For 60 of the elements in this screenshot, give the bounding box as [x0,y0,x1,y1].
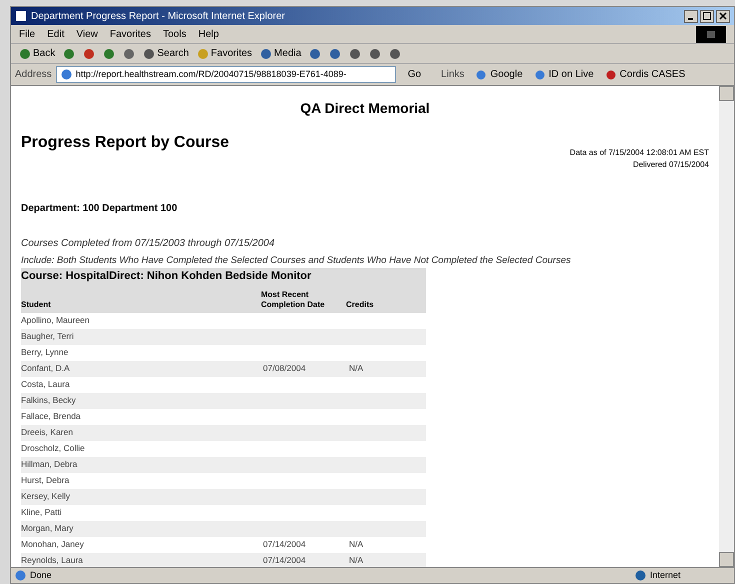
table-cell-text: Berry, Lynne [21,346,70,360]
table-cell-text: Baugher, Terri [21,330,75,344]
toolbar-button[interactable]: Favorites [196,46,252,61]
department-heading: Department: 100 Department 100 [21,202,178,216]
menu-item[interactable]: Tools [162,26,186,42]
menu-item[interactable]: View [76,26,98,42]
table-cell-text: Hillman, Debra [21,458,78,472]
address-field[interactable]: http://report.healthstream.com/RD/20040715/98818039-E761-4089- [56,66,396,83]
menu-item[interactable]: Help [198,26,219,42]
zone-text: Internet [650,568,682,582]
go-button[interactable]: Go [400,67,430,82]
link-button[interactable]: ID on Live [534,67,594,82]
date-range-text: Courses Completed from 07/15/2003 through 07/15/2004 [21,237,276,251]
report-title: Progress Report by Course [21,133,230,153]
table-cell-text: Reynolds, Laura [21,554,84,567]
table-cell-text: Hurst, Debra [21,474,70,488]
maximize-icon [703,12,711,20]
status-text: Done [30,568,53,582]
window-title: Department Progress Report - Microsoft Internet Explorer [31,10,286,24]
address-label: Address [15,68,52,82]
column-header: Credits [346,300,375,310]
maximize-button[interactable] [700,10,714,22]
table-cell-text: Apollino, Maureen [21,314,91,328]
menu-item[interactable]: Edit [47,26,64,42]
include-text: Include: Both Students Who Have Completed the Selected Courses and Students Who Have Not Completed the Selected Courses [21,254,572,268]
table-cell-text: Costa, Laura [21,378,71,392]
table-cell-text: N/A [348,362,364,376]
links-label: Links [441,68,464,82]
organization-title: QA Direct Memorial [299,99,431,118]
table-cell-text: Kline, Patti [21,506,63,520]
table-cell-text: Falkins, Becky [21,394,77,408]
table-cell-text: Confant, D.A [21,362,71,376]
table-cell-text: Droscholz, Collie [21,442,86,456]
table-cell-text: 07/08/2004 [262,362,307,376]
close-button[interactable] [716,10,730,22]
table-cell-text: N/A [348,554,364,567]
column-header: Student [21,300,52,310]
table-cell-text: Monohan, Janey [21,538,85,552]
menu-item[interactable]: Favorites [110,26,151,42]
table-cell-text: 07/14/2004 [262,554,307,567]
close-icon [719,12,727,20]
minimize-button[interactable] [684,10,698,22]
url-text: http://report.healthstream.com/RD/20040715/98818039-E761-4089- [76,68,348,81]
table-cell-text: Fallace, Brenda [21,410,82,424]
table-cell-text: Dreeis, Karen [21,426,74,440]
table-cell-text: Kersey, Kelly [21,490,71,504]
table-cell-text: N/A [348,538,364,552]
link-button[interactable]: Cordis CASES [606,67,686,82]
table-cell-text: 07/14/2004 [262,538,307,552]
link-button[interactable]: Google [476,67,523,82]
course-heading: Course: HospitalDirect: Nihon Kohden Bedside Monitor [21,268,426,285]
toolbar-button[interactable]: Search [143,46,189,61]
toolbar-button[interactable]: Media [260,46,302,61]
delivered-date: Delivered 07/15/2004 [632,159,709,171]
column-header: Most Recent Completion Date [261,290,326,310]
toolbar-button[interactable]: Back [19,46,56,61]
scrollbar[interactable] [719,86,734,567]
data-timestamp: Data as of 7/15/2004 12:08:01 AM EST [570,147,709,159]
menu-item[interactable]: File [19,26,36,42]
table-cell-text: Morgan, Mary [21,522,74,536]
